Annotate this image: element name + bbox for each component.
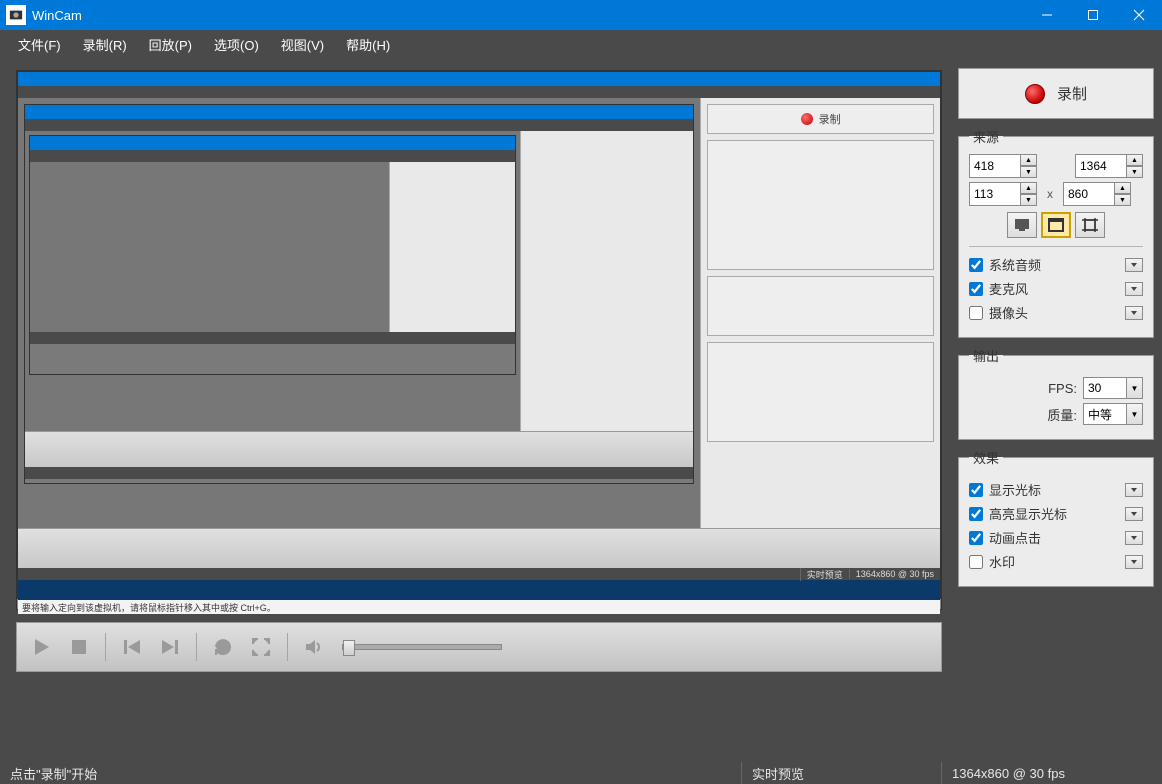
fps-dropdown-button[interactable]: ▼ xyxy=(1127,377,1143,399)
menu-playback[interactable]: 回放(P) xyxy=(139,31,202,58)
highlight-cursor-input[interactable] xyxy=(969,507,983,521)
fps-select[interactable]: ▼ xyxy=(1083,377,1143,399)
show-cursor-config-button[interactable] xyxy=(1125,483,1143,497)
source-width-spin[interactable]: ▲▼ xyxy=(969,154,1037,178)
status-preview-label: 实时预览 xyxy=(742,762,942,784)
microphone-checkbox[interactable]: 麦克风 xyxy=(969,279,1028,298)
menu-view[interactable]: 视图(V) xyxy=(271,31,334,58)
quality-label: 质量: xyxy=(1047,405,1077,424)
fullscreen-button[interactable] xyxy=(245,631,277,663)
spin-down[interactable]: ▼ xyxy=(1021,194,1037,206)
show-cursor-label: 显示光标 xyxy=(989,480,1041,499)
spin-down[interactable]: ▼ xyxy=(1021,166,1037,178)
dimension-separator: x xyxy=(1047,187,1053,201)
source-x-spin[interactable]: ▲▼ xyxy=(969,182,1037,206)
menu-options[interactable]: 选项(O) xyxy=(204,31,269,58)
highlight-cursor-config-button[interactable] xyxy=(1125,507,1143,521)
spin-down[interactable]: ▼ xyxy=(1115,194,1131,206)
record-icon xyxy=(1025,84,1045,104)
system-audio-input[interactable] xyxy=(969,258,983,272)
menu-bar: 文件(F) 录制(R) 回放(P) 选项(O) 视图(V) 帮助(H) xyxy=(0,30,1162,58)
watermark-input[interactable] xyxy=(969,555,983,569)
record-label: 录制 xyxy=(1057,83,1087,104)
microphone-input[interactable] xyxy=(969,282,983,296)
quality-input[interactable] xyxy=(1083,403,1127,425)
show-cursor-input[interactable] xyxy=(969,483,983,497)
source-legend: 来源 xyxy=(969,127,1003,146)
spin-down[interactable]: ▼ xyxy=(1127,166,1143,178)
source-y-spin[interactable]: ▲▼ xyxy=(1063,182,1131,206)
source-panel: 来源 ▲▼ ▲▼ ▲▼ x ▲ xyxy=(958,127,1154,338)
animate-click-input[interactable] xyxy=(969,531,983,545)
effects-panel: 效果 显示光标 高亮显示光标 动画点击 xyxy=(958,448,1154,587)
minimize-button[interactable] xyxy=(1024,0,1070,30)
highlight-cursor-label: 高亮显示光标 xyxy=(989,504,1067,523)
menu-record[interactable]: 录制(R) xyxy=(73,31,137,58)
quality-dropdown-button[interactable]: ▼ xyxy=(1127,403,1143,425)
stop-button[interactable] xyxy=(63,631,95,663)
system-audio-checkbox[interactable]: 系统音频 xyxy=(969,255,1041,274)
output-legend: 输出 xyxy=(969,346,1003,365)
close-button[interactable] xyxy=(1116,0,1162,30)
status-bar: 点击"录制"开始 实时预览 1364x860 @ 30 fps xyxy=(0,762,1162,784)
skip-start-button[interactable] xyxy=(116,631,148,663)
menu-help[interactable]: 帮助(H) xyxy=(336,31,400,58)
spin-up[interactable]: ▲ xyxy=(1115,182,1131,194)
skip-end-button[interactable] xyxy=(154,631,186,663)
volume-slider[interactable] xyxy=(342,644,502,650)
maximize-button[interactable] xyxy=(1070,0,1116,30)
microphone-label: 麦克风 xyxy=(989,279,1028,298)
microphone-config-button[interactable] xyxy=(1125,282,1143,296)
nested-dims-label: 1364x860 @ 30 fps xyxy=(849,569,940,579)
animate-click-config-button[interactable] xyxy=(1125,531,1143,545)
source-height-input[interactable] xyxy=(1075,154,1127,178)
nested-preview-label: 实时预览 xyxy=(800,568,849,581)
source-width-input[interactable] xyxy=(969,154,1021,178)
sidebar: 录制 来源 ▲▼ ▲▼ ▲▼ x xyxy=(958,58,1162,762)
preview-area: 录制 实时预览 1364x860 @ 30 fps xyxy=(16,70,942,610)
quality-select[interactable]: ▼ xyxy=(1083,403,1143,425)
camera-input[interactable] xyxy=(969,306,983,320)
watermark-checkbox[interactable]: 水印 xyxy=(969,552,1015,571)
system-audio-label: 系统音频 xyxy=(989,255,1041,274)
source-x-input[interactable] xyxy=(969,182,1021,206)
playback-toolbar xyxy=(16,622,942,672)
watermark-config-button[interactable] xyxy=(1125,555,1143,569)
status-dimensions: 1364x860 @ 30 fps xyxy=(942,762,1162,784)
animate-click-label: 动画点击 xyxy=(989,528,1041,547)
loop-button[interactable] xyxy=(207,631,239,663)
system-audio-config-button[interactable] xyxy=(1125,258,1143,272)
play-button[interactable] xyxy=(25,631,57,663)
watermark-label: 水印 xyxy=(989,552,1015,571)
menu-file[interactable]: 文件(F) xyxy=(8,31,71,58)
spin-up[interactable]: ▲ xyxy=(1021,182,1037,194)
volume-button[interactable] xyxy=(298,631,330,663)
camera-config-button[interactable] xyxy=(1125,306,1143,320)
fps-label: FPS: xyxy=(1048,381,1077,396)
spin-up[interactable]: ▲ xyxy=(1127,154,1143,166)
mode-window-button[interactable] xyxy=(1041,212,1071,238)
source-y-input[interactable] xyxy=(1063,182,1115,206)
window-title: WinCam xyxy=(32,8,82,23)
spin-up[interactable]: ▲ xyxy=(1021,154,1037,166)
app-icon xyxy=(6,5,26,25)
show-cursor-checkbox[interactable]: 显示光标 xyxy=(969,480,1041,499)
mode-region-button[interactable] xyxy=(1075,212,1105,238)
highlight-cursor-checkbox[interactable]: 高亮显示光标 xyxy=(969,504,1067,523)
status-hint: 点击"录制"开始 xyxy=(0,762,742,784)
effects-legend: 效果 xyxy=(969,448,1003,467)
camera-checkbox[interactable]: 摄像头 xyxy=(969,303,1028,322)
mode-fullscreen-button[interactable] xyxy=(1007,212,1037,238)
record-button[interactable]: 录制 xyxy=(958,68,1154,119)
camera-label: 摄像头 xyxy=(989,303,1028,322)
output-panel: 输出 FPS: ▼ 质量: ▼ xyxy=(958,346,1154,440)
source-height-spin[interactable]: ▲▼ xyxy=(1075,154,1143,178)
animate-click-checkbox[interactable]: 动画点击 xyxy=(969,528,1041,547)
title-bar: WinCam xyxy=(0,0,1162,30)
fps-input[interactable] xyxy=(1083,377,1127,399)
